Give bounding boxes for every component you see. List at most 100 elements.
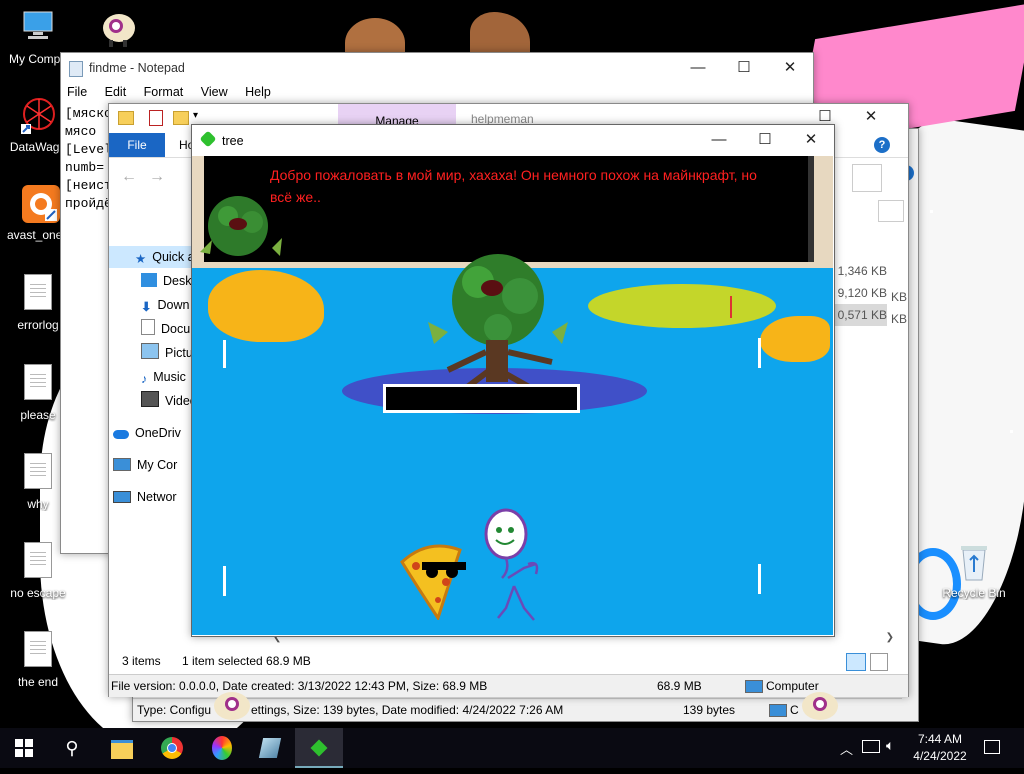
quick-access-dropdown-icon[interactable]: ▾ (193, 110, 198, 121)
menu-file[interactable]: File (67, 85, 87, 99)
menu-format[interactable]: Format (144, 85, 184, 99)
nav-downloads[interactable]: ⬇ Down (131, 294, 189, 316)
desktop-icon-label: the end (17, 675, 59, 689)
game-title: tree (222, 134, 244, 148)
avast-icon (21, 184, 60, 224)
maximize-button[interactable]: ☐ (742, 125, 788, 155)
file-explorer-icon[interactable] (98, 728, 146, 768)
computer-icon (745, 680, 763, 693)
clock[interactable]: 7:44 AM 4/24/2022 (910, 731, 970, 765)
wallpaper-star (1010, 430, 1013, 433)
clock-date: 4/24/2022 (913, 749, 967, 763)
minimize-button[interactable]: — (696, 125, 742, 155)
view-button[interactable] (878, 200, 904, 222)
file-size-unit: KB (891, 290, 908, 304)
search-box[interactable] (852, 164, 882, 192)
file-icon (24, 631, 52, 667)
nav-onedrive[interactable]: OneDriv (113, 422, 181, 444)
details-size: 68.9 MB (657, 679, 702, 693)
help-icon[interactable]: ? (874, 137, 890, 153)
wallpaper-star (930, 210, 933, 213)
desktop-icon-recycle-bin[interactable]: Recycle Bin (936, 542, 1012, 600)
text-line: [неист (65, 178, 109, 193)
large-icons-view-icon[interactable] (870, 653, 888, 671)
notifications-icon[interactable] (984, 740, 1000, 754)
nav-label: Quick a (152, 250, 195, 264)
desktop-folder-icon (141, 273, 157, 287)
scroll-right-icon[interactable]: ❯ (886, 632, 894, 643)
sheep-icon (802, 692, 838, 720)
file-size-column-back: KB KB (891, 286, 907, 330)
search-icon[interactable]: ⚲ (48, 728, 96, 768)
computer-icon (21, 8, 55, 48)
menu-view[interactable]: View (201, 85, 228, 99)
file-size-unit: KB (891, 312, 908, 326)
maximize-button[interactable]: ☐ (721, 53, 767, 83)
close-button[interactable]: ✕ (848, 102, 894, 132)
recycle-bin-icon (957, 542, 991, 582)
clock-time: 7:44 AM (917, 732, 963, 746)
file-icon (24, 453, 52, 489)
game-canvas[interactable]: Добро пожаловать в мой мир, хахаха! Он н… (192, 156, 833, 635)
nav-label: My Cor (137, 458, 178, 472)
paint-icon[interactable] (198, 728, 246, 768)
close-button[interactable]: ✕ (788, 125, 834, 155)
game-titlebar[interactable]: tree — ☐ ✕ (192, 125, 834, 156)
nav-network[interactable]: Networ (113, 486, 177, 508)
notepad-titlebar[interactable]: findme - Notepad — ☐ ✕ (61, 53, 813, 83)
desktop-icon-sheep[interactable] (78, 8, 154, 52)
notepad-text-area[interactable]: [мяско мясо [Level numb= [неист пройдё (61, 103, 109, 533)
pictures-icon (141, 343, 159, 359)
arena-corner-marker (758, 338, 761, 368)
back-arrow-icon[interactable]: ← (121, 168, 137, 186)
show-hidden-icons-icon[interactable]: ︿ (840, 739, 853, 758)
nav-label: OneDriv (135, 426, 181, 440)
tree-game-icon[interactable] (295, 728, 343, 768)
documents-icon (141, 319, 155, 335)
computer-icon (113, 458, 131, 471)
notepad-app-icon (69, 61, 83, 77)
details-size: 139 bytes (683, 703, 736, 717)
file-size: 9,120 KB (837, 286, 887, 300)
datawagon-icon (21, 96, 55, 136)
ribbon-tab-file[interactable]: File (109, 133, 165, 157)
text-line: пройдё (65, 196, 109, 211)
details-text-right: ettings, Size: 139 bytes, Date modified:… (251, 703, 564, 717)
minimize-button[interactable]: — (675, 53, 721, 83)
dialog-text: Добро пожаловать в мой мир, хахаха! Он н… (270, 167, 757, 205)
network-icon[interactable] (862, 740, 880, 753)
properties-icon[interactable] (149, 110, 163, 126)
player-character (484, 508, 539, 621)
chrome-icon[interactable] (148, 728, 196, 768)
onedrive-icon (113, 430, 129, 439)
app-icon[interactable] (246, 728, 294, 768)
nav-videos[interactable]: Video (131, 390, 197, 412)
nav-documents[interactable]: Docu (131, 318, 190, 340)
speaker-tree-portrait (200, 196, 282, 256)
desktop-icon-the-end[interactable]: the end (0, 631, 76, 689)
menu-edit[interactable]: Edit (105, 85, 127, 99)
tree-game-icon (199, 130, 217, 148)
nav-label: Music (153, 370, 186, 384)
notepad-menubar: File Edit Format View Help (67, 85, 285, 99)
network-icon (113, 491, 131, 503)
nav-label: Networ (137, 490, 177, 504)
file-icon (24, 364, 52, 400)
volume-icon[interactable]: 🔈︎ (886, 737, 894, 754)
nav-pictures[interactable]: Pictur (131, 342, 197, 364)
menu-help[interactable]: Help (245, 85, 271, 99)
close-button[interactable]: ✕ (767, 53, 813, 83)
new-folder-icon[interactable] (173, 111, 189, 125)
forward-arrow-icon[interactable]: → (149, 168, 165, 186)
start-icon[interactable] (0, 728, 48, 768)
sheep-icon (99, 8, 135, 48)
nav-my-computer[interactable]: My Cor (113, 454, 177, 476)
details-view-icon[interactable] (846, 653, 866, 671)
nav-desktop[interactable]: Deskt (131, 270, 195, 292)
file-icon (24, 274, 52, 310)
nav-music[interactable]: ♪ Music (131, 366, 186, 388)
details-text-left: Type: Configu (137, 703, 212, 717)
sheep-icon (214, 692, 250, 720)
video-icon (141, 391, 159, 407)
computer-icon (769, 704, 787, 717)
